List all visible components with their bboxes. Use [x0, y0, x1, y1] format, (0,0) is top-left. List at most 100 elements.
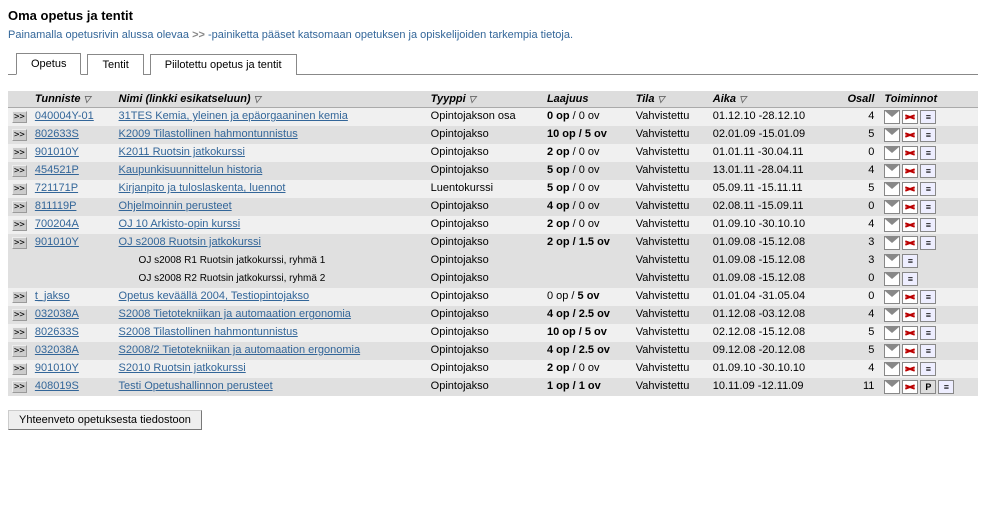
course-name-link[interactable]: Ohjelmoinnin perusteet: [119, 200, 232, 212]
expand-button[interactable]: >>: [12, 129, 27, 141]
expand-button[interactable]: >>: [12, 201, 27, 213]
mail-icon[interactable]: [884, 110, 900, 124]
col-aika[interactable]: Aika ▽: [709, 91, 835, 108]
mail-icon[interactable]: [884, 146, 900, 160]
expand-button[interactable]: >>: [12, 345, 27, 357]
course-id-link[interactable]: 811119P: [35, 200, 77, 212]
course-name-link[interactable]: S2008/2 Tietotekniikan ja automaation er…: [119, 344, 361, 356]
document-icon[interactable]: ≡: [920, 128, 936, 142]
course-name-link[interactable]: S2008 Tietotekniikan ja automaation ergo…: [119, 308, 351, 320]
document-icon[interactable]: ≡: [902, 254, 918, 268]
col-nimi[interactable]: Nimi (linkki esikatseluun) ▽: [115, 91, 427, 108]
course-id-link[interactable]: 901010Y: [35, 362, 79, 374]
delete-icon[interactable]: [902, 236, 918, 250]
expand-button[interactable]: >>: [12, 183, 27, 195]
col-tunniste[interactable]: Tunniste ▽: [31, 91, 115, 108]
delete-icon[interactable]: [902, 128, 918, 142]
expand-button[interactable]: >>: [12, 291, 27, 303]
mail-icon[interactable]: [884, 200, 900, 214]
mail-icon[interactable]: [884, 218, 900, 232]
delete-icon[interactable]: [902, 326, 918, 340]
mail-icon[interactable]: [884, 308, 900, 322]
course-type: Opintojakso: [427, 198, 543, 216]
expand-button[interactable]: >>: [12, 219, 27, 231]
tab-opetus[interactable]: Opetus: [16, 53, 81, 75]
document-icon[interactable]: ≡: [920, 362, 936, 376]
tab-tentit[interactable]: Tentit: [87, 54, 143, 75]
mail-icon[interactable]: [884, 344, 900, 358]
mail-icon[interactable]: [884, 164, 900, 178]
mail-icon[interactable]: [884, 254, 900, 268]
document-icon[interactable]: ≡: [938, 380, 954, 394]
document-icon[interactable]: ≡: [920, 236, 936, 250]
delete-icon[interactable]: [902, 362, 918, 376]
document-icon[interactable]: ≡: [920, 182, 936, 196]
mail-icon[interactable]: [884, 326, 900, 340]
delete-icon[interactable]: [902, 164, 918, 178]
course-id-link[interactable]: t_jakso: [35, 290, 70, 302]
course-name-link[interactable]: 31TES Kemia, yleinen ja epäorgaaninen ke…: [119, 110, 348, 122]
document-icon[interactable]: ≡: [920, 200, 936, 214]
course-name-link[interactable]: K2009 Tilastollinen hahmontunnistus: [119, 128, 298, 140]
mail-icon[interactable]: [884, 290, 900, 304]
course-id-link[interactable]: 032038A: [35, 344, 79, 356]
document-icon[interactable]: ≡: [920, 326, 936, 340]
expand-button[interactable]: >>: [12, 165, 27, 177]
delete-icon[interactable]: [902, 290, 918, 304]
document-icon[interactable]: ≡: [920, 218, 936, 232]
course-id-link[interactable]: 802633S: [35, 326, 79, 338]
delete-icon[interactable]: [902, 110, 918, 124]
document-icon[interactable]: ≡: [920, 146, 936, 160]
course-id-link[interactable]: 901010Y: [35, 146, 79, 158]
mail-icon[interactable]: [884, 272, 900, 286]
course-name-link[interactable]: OJ s2008 Ruotsin jatkokurssi: [119, 236, 261, 248]
mail-icon[interactable]: [884, 182, 900, 196]
course-id-link[interactable]: 408019S: [35, 380, 79, 392]
mail-icon[interactable]: [884, 128, 900, 142]
course-name-link[interactable]: Kirjanpito ja tuloslaskenta, luennot: [119, 182, 286, 194]
tab-piilotettu[interactable]: Piilotettu opetus ja tentit: [150, 54, 297, 75]
col-tila[interactable]: Tila ▽: [632, 91, 709, 108]
expand-button[interactable]: >>: [12, 237, 27, 249]
document-icon[interactable]: ≡: [920, 110, 936, 124]
delete-icon[interactable]: [902, 344, 918, 358]
course-id-link[interactable]: 040004Y-01: [35, 110, 94, 122]
document-icon[interactable]: ≡: [902, 272, 918, 286]
expand-button[interactable]: >>: [12, 327, 27, 339]
course-name-link[interactable]: K2011 Ruotsin jatkokurssi: [119, 146, 245, 158]
expand-button[interactable]: >>: [12, 363, 27, 375]
delete-icon[interactable]: [902, 182, 918, 196]
mail-icon[interactable]: [884, 362, 900, 376]
course-name-link[interactable]: Opetus keväällä 2004, Testiopintojakso: [119, 290, 310, 302]
document-icon[interactable]: ≡: [920, 308, 936, 322]
course-id-link[interactable]: 032038A: [35, 308, 79, 320]
mail-icon[interactable]: [884, 236, 900, 250]
delete-icon[interactable]: [902, 308, 918, 322]
course-name-link[interactable]: S2010 Ruotsin jatkokurssi: [119, 362, 246, 374]
delete-icon[interactable]: [902, 380, 918, 394]
expand-button[interactable]: >>: [12, 309, 27, 321]
course-name-link[interactable]: S2008 Tilastollinen hahmontunnistus: [119, 326, 298, 338]
mail-icon[interactable]: [884, 380, 900, 394]
course-name-link[interactable]: OJ 10 Arkisto-opin kurssi: [119, 218, 241, 230]
expand-button[interactable]: >>: [12, 147, 27, 159]
expand-button[interactable]: >>: [12, 111, 27, 123]
delete-icon[interactable]: [902, 200, 918, 214]
export-button[interactable]: Yhteenveto opetuksesta tiedostoon: [8, 410, 202, 430]
course-id-link[interactable]: 454521P: [35, 164, 79, 176]
course-id-link[interactable]: 901010Y: [35, 236, 79, 248]
course-name-link[interactable]: Kaupunkisuunnittelun historia: [119, 164, 263, 176]
delete-icon[interactable]: [902, 146, 918, 160]
document-icon[interactable]: ≡: [920, 164, 936, 178]
delete-icon[interactable]: [902, 218, 918, 232]
p-icon[interactable]: P: [920, 380, 936, 394]
course-name-link[interactable]: Testi Opetushallinnon perusteet: [119, 380, 273, 392]
course-extent: 2 op / 0 ov: [543, 144, 632, 162]
document-icon[interactable]: ≡: [920, 290, 936, 304]
expand-button[interactable]: >>: [12, 381, 27, 393]
course-id-link[interactable]: 802633S: [35, 128, 79, 140]
course-id-link[interactable]: 700204A: [35, 218, 79, 230]
course-id-link[interactable]: 721171P: [35, 182, 78, 194]
document-icon[interactable]: ≡: [920, 344, 936, 358]
col-tyyppi[interactable]: Tyyppi ▽: [427, 91, 543, 108]
